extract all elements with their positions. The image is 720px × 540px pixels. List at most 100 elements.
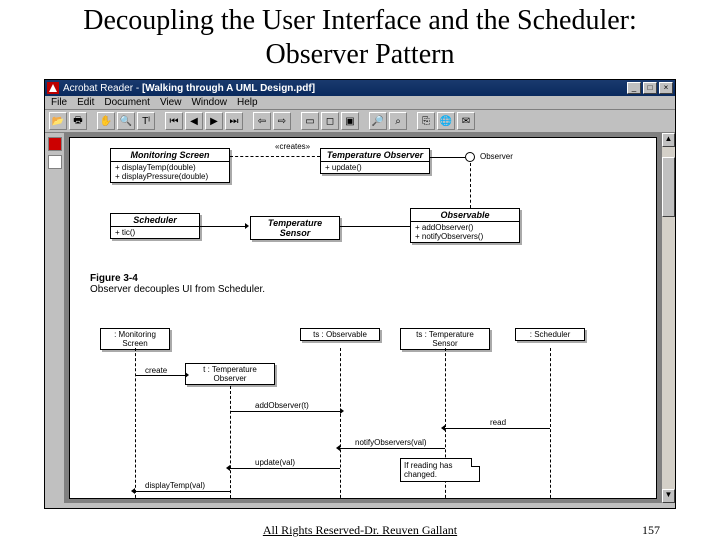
actual-size-icon[interactable]: ▣ — [341, 112, 359, 130]
hand-icon[interactable]: ✋ — [97, 112, 115, 130]
message-arrow — [230, 411, 340, 412]
msg-displaytemp: displayTemp(val) — [145, 481, 205, 490]
menu-help[interactable]: Help — [237, 97, 258, 108]
menu-file[interactable]: File — [51, 97, 67, 108]
msg-read: read — [490, 418, 506, 427]
text-select-icon[interactable]: Tᴵ — [137, 112, 155, 130]
back-icon[interactable]: ⇦ — [253, 112, 271, 130]
lifeline-observable: ts : Observable — [300, 328, 380, 341]
figure-text: Observer decouples UI from Scheduler. — [90, 284, 265, 295]
message-arrow — [135, 375, 185, 376]
scroll-thumb[interactable] — [662, 157, 675, 217]
print-icon[interactable]: 🖶 — [69, 112, 87, 130]
lifeline-dash — [230, 386, 231, 499]
class-name: Scheduler — [111, 214, 199, 227]
observer-label: Observer — [480, 152, 513, 161]
menu-document[interactable]: Document — [104, 97, 150, 108]
close-button[interactable]: × — [659, 82, 673, 94]
msg-update: update(val) — [255, 458, 295, 467]
acrobat-logo-icon — [47, 82, 59, 94]
sidebar-strip — [45, 133, 65, 503]
lifeline-dash — [340, 348, 341, 499]
slide-title: Decoupling the User Interface and the Sc… — [0, 0, 720, 79]
connector — [200, 226, 245, 227]
find-icon[interactable]: 🔎 — [369, 112, 387, 130]
menu-edit[interactable]: Edit — [77, 97, 94, 108]
vertical-scrollbar[interactable]: ▲ ▼ — [661, 133, 675, 503]
slide-footer: All Rights Reserved-Dr. Reuven Gallant — [0, 523, 720, 538]
prev-page-icon[interactable]: ◀ — [185, 112, 203, 130]
figure-caption: Figure 3-4 Observer decouples UI from Sc… — [90, 273, 265, 295]
scroll-track[interactable] — [662, 147, 675, 489]
message-arrow — [230, 468, 340, 469]
lifeline-scheduler: : Scheduler — [515, 328, 585, 341]
class-name: Observable — [411, 209, 519, 222]
open-icon[interactable]: 📂 — [49, 112, 67, 130]
class-scheduler: Scheduler + tic() — [110, 213, 200, 239]
lifeline-temp-observer: t : Temperature Observer — [185, 363, 275, 385]
thumbnails-icon[interactable] — [48, 155, 62, 169]
class-name: Temperature Sensor — [251, 217, 339, 239]
class-ops: + addObserver() + notifyObservers() — [411, 222, 519, 242]
class-temperature-sensor: Temperature Sensor — [250, 216, 340, 240]
lifeline-label: ts : Temperature Sensor — [401, 329, 489, 349]
scroll-up-icon[interactable]: ▲ — [662, 133, 675, 147]
zoom-icon[interactable]: 🔍 — [117, 112, 135, 130]
search-icon[interactable]: ⌕ — [389, 112, 407, 130]
lifeline-monitoring: : Monitoring Screen — [100, 328, 170, 350]
generalization — [340, 226, 410, 227]
lifeline-label: t : Temperature Observer — [186, 364, 274, 384]
lifeline-temp-sensor: ts : Temperature Sensor — [400, 328, 490, 350]
lifeline-label: ts : Observable — [301, 329, 379, 340]
class-name: Monitoring Screen — [111, 149, 229, 162]
fit-page-icon[interactable]: ◻ — [321, 112, 339, 130]
class-monitoring-screen: Monitoring Screen + displayTemp(double) … — [110, 148, 230, 183]
lifeline-label: : Scheduler — [516, 329, 584, 340]
stereotype-creates: «creates» — [275, 142, 310, 151]
msg-notify: notifyObservers(val) — [355, 438, 427, 447]
adobe-icon[interactable] — [48, 137, 62, 151]
class-ops: + displayTemp(double) + displayPressure(… — [111, 162, 229, 182]
copy-icon[interactable]: ⎘ — [417, 112, 435, 130]
menubar: File Edit Document View Window Help — [45, 96, 675, 110]
scroll-down-icon[interactable]: ▼ — [662, 489, 675, 503]
class-ops: + update() — [321, 162, 429, 173]
msg-create: create — [145, 366, 167, 375]
forward-icon[interactable]: ⇨ — [273, 112, 291, 130]
message-arrow — [135, 491, 230, 492]
slide-page-number: 157 — [642, 523, 660, 538]
menu-view[interactable]: View — [160, 97, 182, 108]
observer-interface-lollipop — [465, 152, 475, 162]
lifeline-dash — [135, 348, 136, 499]
observer-assoc — [470, 163, 471, 208]
class-ops: + tic() — [111, 227, 199, 238]
document-area: Monitoring Screen + displayTemp(double) … — [45, 133, 675, 503]
web-icon[interactable]: 🌐 — [437, 112, 455, 130]
minimize-button[interactable]: _ — [627, 82, 641, 94]
message-arrow — [445, 428, 550, 429]
first-page-icon[interactable]: ⏮ — [165, 112, 183, 130]
pdf-page: Monitoring Screen + displayTemp(double) … — [69, 137, 657, 499]
message-arrow — [340, 448, 445, 449]
figure-number: Figure 3-4 — [90, 273, 138, 284]
fit-width-icon[interactable]: ▭ — [301, 112, 319, 130]
menu-window[interactable]: Window — [191, 97, 227, 108]
toolbar: 📂🖶 ✋🔍Tᴵ ⏮◀▶⏭ ⇦⇨ ▭◻▣ 🔎⌕ ⎘🌐✉ — [45, 110, 675, 133]
msg-addobserver: addObserver(t) — [255, 401, 309, 410]
mail-icon[interactable]: ✉ — [457, 112, 475, 130]
creates-dependency — [230, 156, 320, 157]
document-name: [Walking through A UML Design.pdf] — [142, 83, 315, 94]
app-name: Acrobat Reader — [63, 83, 133, 94]
guard-note: If reading has changed. — [400, 458, 480, 482]
last-page-icon[interactable]: ⏭ — [225, 112, 243, 130]
next-page-icon[interactable]: ▶ — [205, 112, 223, 130]
class-observable: Observable + addObserver() + notifyObser… — [410, 208, 520, 243]
acrobat-window: Acrobat Reader - [Walking through A UML … — [44, 79, 676, 509]
maximize-button[interactable]: □ — [643, 82, 657, 94]
titlebar: Acrobat Reader - [Walking through A UML … — [45, 80, 675, 96]
class-temperature-observer: Temperature Observer + update() — [320, 148, 430, 174]
connector — [430, 157, 465, 158]
class-name: Temperature Observer — [321, 149, 429, 162]
lifeline-label: : Monitoring Screen — [101, 329, 169, 349]
lifeline-dash — [550, 348, 551, 499]
